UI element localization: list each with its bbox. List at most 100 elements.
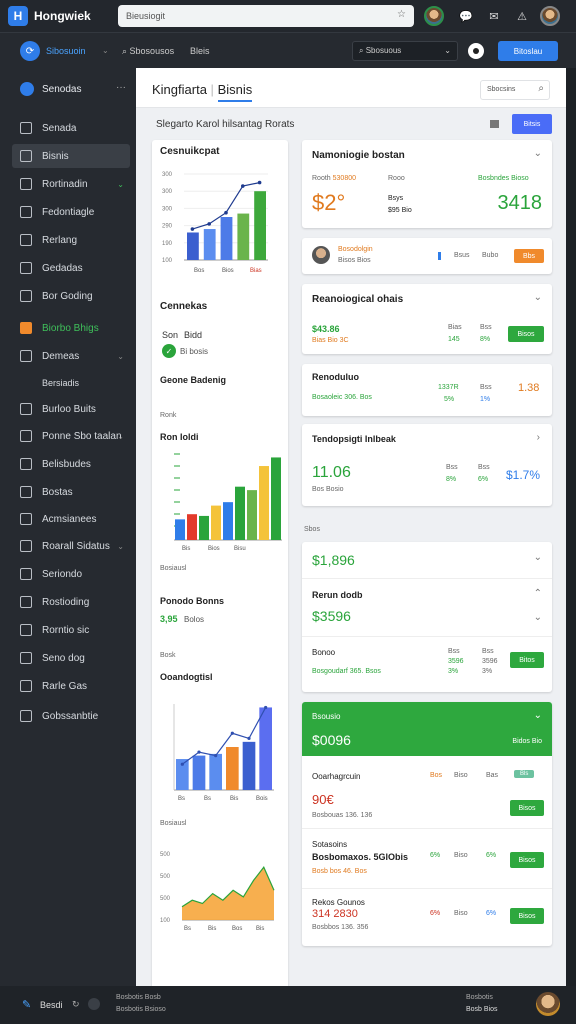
star-icon[interactable]: ☆ [397,9,406,20]
row1-col2: Biso [454,772,468,779]
card-overview[interactable]: Namoniogie bostan ⌄ Rooth 530800 Rooo Bo… [302,140,552,228]
refresh-icon[interactable]: ↻ [72,999,80,1010]
chevron-down-icon[interactable]: ⌄ [117,352,124,361]
sidebar-item-icon [20,540,32,552]
card-trend[interactable]: Tendopsigti Inlbeak › 11.06 Bos Bosio Bs… [302,424,552,506]
chevron-down-icon[interactable]: ⌄ [534,552,542,563]
bar [259,707,272,790]
card-button[interactable]: Bitos [510,652,544,668]
chevron-down-icon[interactable]: ⌄ [117,542,124,551]
footer-line2: Bosbotis Bsioso [116,1006,166,1013]
chevron-down-icon[interactable]: ⌄ [534,612,542,623]
sidebar-item[interactable]: Rostioding [12,590,130,614]
sidebar-item[interactable]: Rortinadin ⌄ [12,172,130,196]
col1-label: Bss [446,464,458,471]
small-card-foot: Bosk [160,652,176,659]
chevron-down-icon[interactable]: ⌄ [117,432,124,441]
sidebar-item[interactable]: Bisnis [12,144,130,168]
chevron-down-icon[interactable]: ⌄ [534,710,542,721]
sidebar-item[interactable]: Bersiadis [42,378,79,388]
subtitle-button[interactable]: Bitsis [512,114,552,134]
footer-right-2: Bosb Bios [466,1006,498,1013]
chevron-down-icon[interactable]: ⌄ [117,180,124,189]
sidebar-item[interactable]: Belisbudes [12,452,130,476]
sidebar-item[interactable]: Acmsianees [12,507,130,531]
record-button[interactable] [468,43,484,59]
big-value: $1,896 [312,552,355,568]
filter-input[interactable]: Sbocsins ⌕ [480,80,550,100]
card-analysis[interactable]: Reanoiogical ohais ⌄ $43.86 Bias Bio 3C … [302,284,552,354]
row2-button[interactable]: Bisos [510,852,544,868]
sidebar-item-icon [20,290,32,302]
sidebar-item-label: Burloo Buits [42,403,96,415]
sidebar-item[interactable]: Fedontiagle [12,200,130,224]
row1-col1: Bos [430,772,443,779]
x-tick-label: Bios [222,268,234,274]
sidebar-item-label: Seno dog [42,652,85,664]
grid-icon[interactable] [490,120,499,128]
sidebar-item[interactable]: Gobssanbtie [12,704,130,728]
sidebar-item-icon [20,624,32,636]
section-label: Sbos [304,526,320,533]
sidebar-item[interactable]: Bostas [12,480,130,504]
card-sub: Bos Bosio [312,486,344,493]
card-button[interactable]: Bisos [508,326,544,342]
profile-meta: Bisos Bios [338,257,371,264]
card-report[interactable]: Renoduluo Bosaoleic 306. Bos 1337R 5% Bs… [302,364,552,416]
sidebar-item[interactable]: Rerlang [12,228,130,252]
chevron-right-icon[interactable]: › [537,432,540,443]
sidebar-item-label: Bersiadis [42,378,80,388]
divider [302,828,552,829]
card-summary[interactable]: $1,896 ⌄ Rerun dodb ⌃ $3596 ⌄ Bonoo Bosg… [302,542,552,692]
sidebar-item[interactable]: Gedadas [12,256,130,280]
edit-icon[interactable]: ✎ [22,998,31,1011]
chevron-down-icon[interactable]: ⌄ [102,46,109,55]
sidebar-item[interactable]: Senada [12,116,130,140]
sidebar-item-label: Acmsianees [42,513,97,525]
primary-action-button[interactable]: Bitoslau [498,41,558,61]
profile-avatar[interactable] [424,6,444,26]
row2-col1: 6% [430,852,441,859]
col2-extra: 3% [482,668,493,675]
app-logo-icon: H [8,6,28,26]
main-content: Kingfiarta | Bisnis Sbocsins ⌕ Slegarto K… [136,68,566,1016]
profile-button[interactable]: Bbs [514,249,544,263]
user-avatar[interactable] [540,6,560,26]
chevron-up-icon[interactable]: ⌃ [534,588,542,599]
line-point [241,184,245,188]
settings-icon[interactable] [88,998,100,1010]
sidebar-item[interactable]: Rorntio sic [12,618,130,642]
breadcrumb-item[interactable]: Sbosousos [130,46,175,56]
card-details[interactable]: Bsousio ⌄ $0096 Bidos Bio Ooarhagrcuin 9… [302,702,552,946]
footer-avatar[interactable] [536,992,560,1016]
x-tick-label: Bos [194,268,204,274]
sidebar-item[interactable]: Seriondo [12,562,130,586]
tab-active[interactable]: Bisnis [217,82,253,102]
sidebar-item[interactable]: Biorbo Bhigs [12,316,130,340]
profile-name: Bosodolgin [338,246,373,253]
breadcrumb-item-2[interactable]: Bleis [190,46,210,56]
row1-button[interactable]: Bisos [510,800,544,816]
sidebar-item[interactable]: Ponne Sbo taalan ⌄ [12,424,130,448]
sidebar-item[interactable]: Seno dog [12,646,130,670]
sidebar-item-icon [20,350,32,362]
topbar-search-input[interactable]: ⌕ Sbosuous ⌄ [352,41,458,61]
more-icon[interactable]: ··· [116,82,126,93]
sidebar-item[interactable]: Rarle Gas [12,674,130,698]
mail-icon[interactable]: ✉ [484,6,504,26]
left-panel: Cesnuikcpat 300 300 300 290 190 100 Bos Bios Bia… [152,140,288,1016]
brand-label[interactable]: Sibosuoin [46,46,86,56]
y-tick-label: 190 [162,241,173,247]
sidebar-item[interactable]: Roarall Sidatus ⌄ [12,534,130,558]
sidebar-item[interactable]: Burloo Buits [12,397,130,421]
row3-button[interactable]: Bisos [510,908,544,924]
alert-icon[interactable]: ⚠ [512,6,532,26]
y-tick-label: 300 [162,206,173,212]
sidebar-item[interactable]: Demeas ⌄ [12,344,130,368]
card-profile[interactable]: Bosodolgin Bisos Bios Bsus Bubo Bbs [302,238,552,274]
chat-icon[interactable]: 💬 [456,6,476,26]
chevron-down-icon[interactable]: ⌄ [534,292,542,303]
global-search-input[interactable]: Bieusiogit ☆ [118,5,414,27]
chevron-down-icon[interactable]: ⌄ [534,148,542,159]
sidebar-item[interactable]: Bor Goding [12,284,130,308]
